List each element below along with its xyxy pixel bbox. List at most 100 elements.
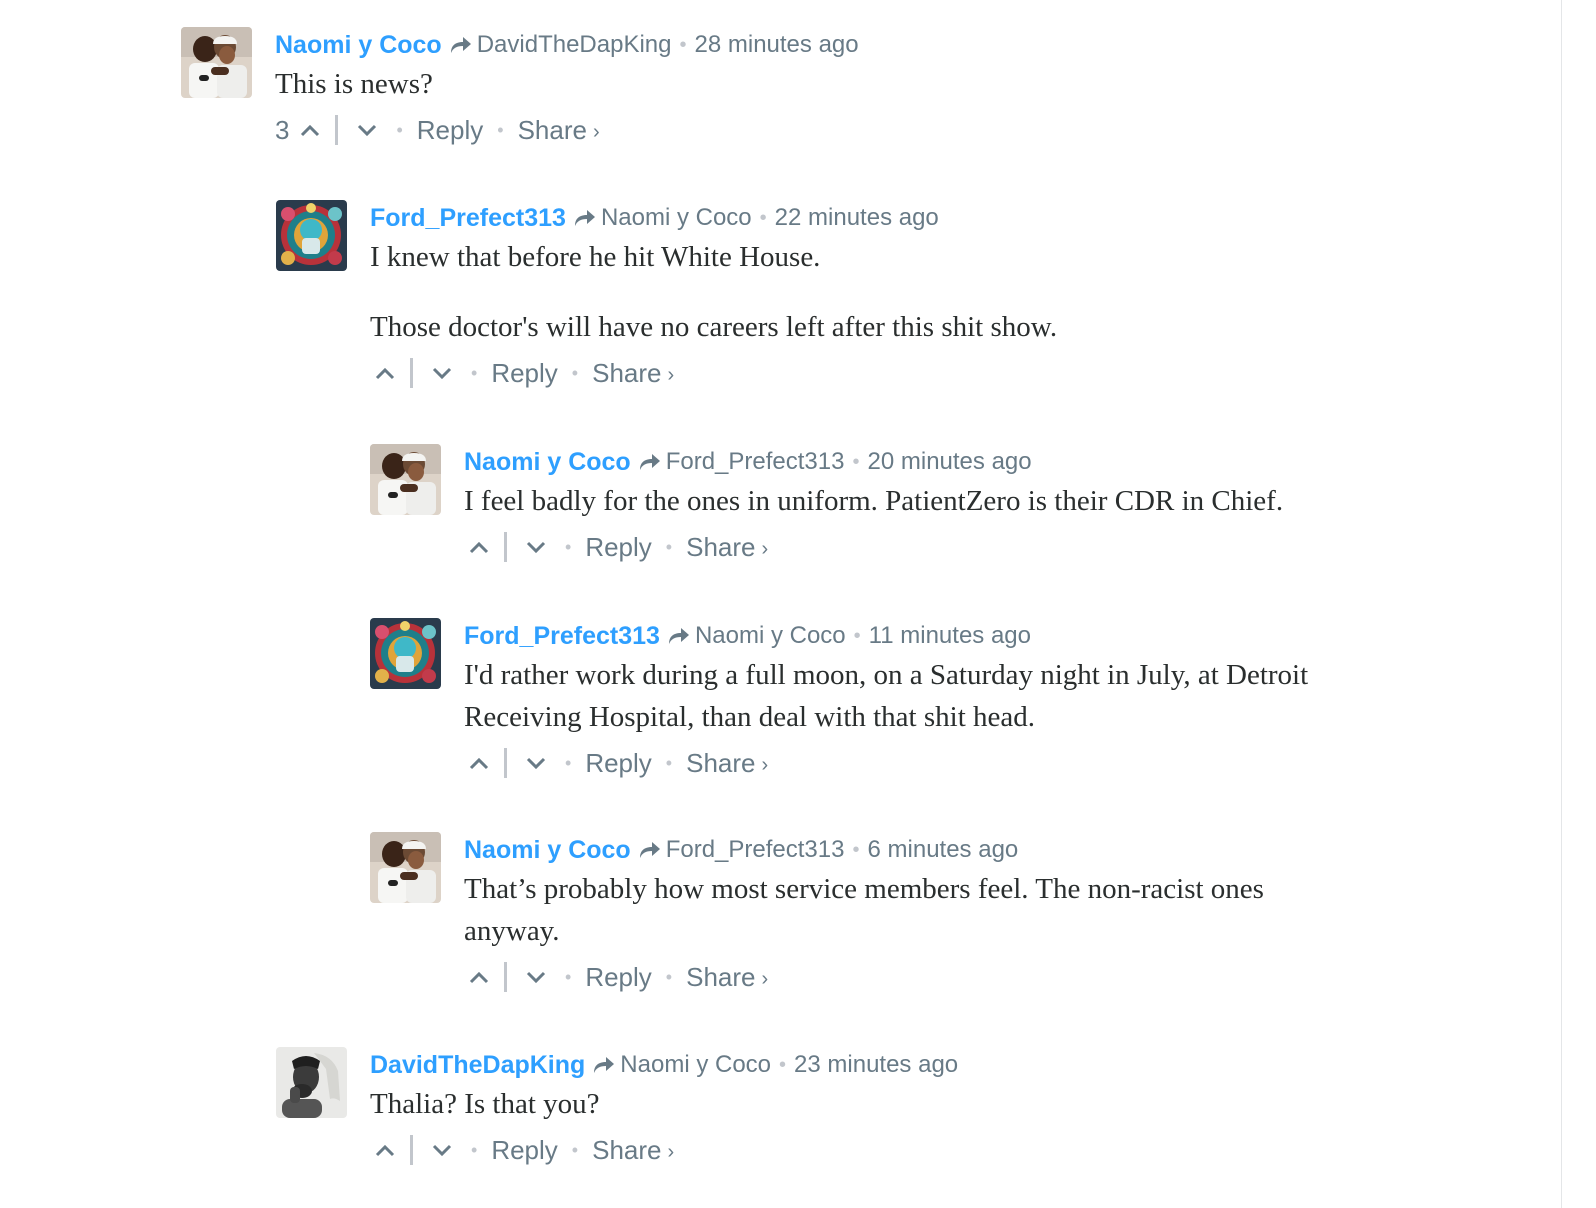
meta-separator: • [679, 33, 687, 56]
downvote-button[interactable] [352, 115, 382, 145]
downvote-button[interactable] [427, 1135, 457, 1165]
vote-controls [370, 358, 457, 388]
avatar[interactable] [370, 618, 441, 689]
chevron-down-icon [526, 757, 546, 770]
downvote-button[interactable] [521, 532, 551, 562]
vote-divider [410, 358, 413, 388]
upvote-button[interactable] [464, 748, 494, 778]
parent-author-link[interactable]: Ford_Prefect313 [666, 836, 845, 864]
avatar[interactable] [370, 444, 441, 515]
comment-paragraph: Thalia? Is that you? [370, 1088, 600, 1120]
parent-author-link[interactable]: Naomi y Coco [601, 204, 752, 232]
downvote-button[interactable] [521, 748, 551, 778]
comment-actions: • Reply • Share › [464, 740, 1524, 786]
action-separator: • [571, 362, 579, 383]
avatar[interactable] [276, 1047, 347, 1118]
vote-controls [464, 748, 551, 778]
upvote-button[interactable] [370, 358, 400, 388]
author-link[interactable]: Naomi y Coco [464, 448, 631, 477]
timestamp-link[interactable]: 23 minutes ago [794, 1051, 958, 1079]
chevron-down-icon [526, 971, 546, 984]
avatar[interactable] [276, 200, 347, 271]
chevron-up-icon [301, 124, 320, 137]
share-button[interactable]: Share › [686, 962, 768, 993]
author-link[interactable]: DavidTheDapKing [370, 1051, 585, 1080]
reply-button[interactable]: Reply [491, 1135, 557, 1166]
downvote-button[interactable] [427, 358, 457, 388]
comment-body: Naomi y Coco DavidTheDapKing • 28 minute… [275, 27, 1335, 153]
share-button[interactable]: Share › [592, 358, 674, 389]
avatar[interactable] [181, 27, 252, 98]
author-link[interactable]: Naomi y Coco [464, 836, 631, 865]
share-button[interactable]: Share › [518, 115, 600, 146]
timestamp-link[interactable]: 20 minutes ago [868, 448, 1032, 476]
comment-meta: Ford_Prefect313 Naomi y Coco • 11 minute… [464, 618, 1524, 654]
comment-body: Naomi y Coco Ford_Prefect313 • 6 minutes… [464, 832, 1524, 1000]
comment-actions: • Reply • Share › [464, 954, 1524, 1000]
share-button[interactable]: Share › [686, 748, 768, 779]
comment-text: I knew that before he hit White House. T… [370, 236, 1430, 348]
share-button[interactable]: Share › [686, 532, 768, 563]
reply-arrow-icon [667, 626, 691, 646]
share-chevron-icon: › [667, 1140, 675, 1163]
meta-separator: • [852, 838, 860, 861]
action-separator: • [565, 536, 572, 557]
chevron-down-icon [432, 367, 452, 380]
upvote-button[interactable] [295, 115, 325, 145]
action-separator: • [565, 752, 572, 773]
meta-separator: • [759, 206, 767, 229]
action-separator: • [665, 966, 673, 987]
vote-divider [504, 532, 507, 562]
author-link[interactable]: Naomi y Coco [275, 31, 442, 60]
parent-author-link[interactable]: Naomi y Coco [620, 1051, 771, 1079]
comment-meta: DavidTheDapKing Naomi y Coco • 23 minute… [370, 1047, 1430, 1083]
author-link[interactable]: Ford_Prefect313 [464, 622, 660, 651]
upvote-button[interactable] [464, 532, 494, 562]
reply-button[interactable]: Reply [585, 748, 651, 779]
reply-button[interactable]: Reply [585, 962, 651, 993]
comment-body: Naomi y Coco Ford_Prefect313 • 20 minute… [464, 444, 1524, 570]
vote-divider [335, 115, 339, 145]
share-chevron-icon: › [761, 537, 769, 560]
upvote-button[interactable] [370, 1135, 400, 1165]
vote-divider [410, 1135, 413, 1165]
parent-author-link[interactable]: DavidTheDapKing [477, 31, 672, 59]
reply-button[interactable]: Reply [417, 115, 483, 146]
chevron-up-icon [469, 971, 489, 984]
comment-actions: • Reply • Share › [370, 350, 1430, 396]
chevron-up-icon [375, 1144, 395, 1157]
reply-arrow-icon [638, 452, 662, 472]
timestamp-link[interactable]: 11 minutes ago [869, 622, 1031, 650]
timestamp-link[interactable]: 28 minutes ago [695, 31, 859, 59]
vote-controls: 3 [275, 115, 382, 146]
comment-paragraph: I'd rather work during a full moon, on a… [464, 659, 1309, 733]
share-label: Share [592, 1134, 662, 1165]
action-separator: • [665, 536, 673, 557]
comment-text: I feel badly for the ones in uniform. Pa… [464, 480, 1524, 522]
avatar[interactable] [370, 832, 441, 903]
action-separator: • [471, 1139, 478, 1160]
action-separator: • [471, 362, 478, 383]
chevron-down-icon [358, 124, 377, 137]
comment-paragraph: That’s probably how most service members… [464, 873, 1264, 947]
reply-button[interactable]: Reply [585, 532, 651, 563]
share-button[interactable]: Share › [592, 1135, 674, 1166]
share-label: Share [686, 961, 756, 992]
reply-arrow-icon [449, 35, 473, 55]
reply-arrow-icon [592, 1055, 616, 1075]
meta-separator: • [779, 1053, 787, 1076]
action-separator: • [565, 966, 572, 987]
timestamp-link[interactable]: 6 minutes ago [868, 836, 1019, 864]
parent-author-link[interactable]: Ford_Prefect313 [666, 448, 845, 476]
scrollbar-track[interactable] [1561, 0, 1562, 1208]
parent-author-link[interactable]: Naomi y Coco [695, 622, 846, 650]
upvote-button[interactable] [464, 962, 494, 992]
reply-button[interactable]: Reply [491, 358, 557, 389]
timestamp-link[interactable]: 22 minutes ago [775, 204, 939, 232]
author-link[interactable]: Ford_Prefect313 [370, 204, 566, 233]
downvote-button[interactable] [521, 962, 551, 992]
chevron-up-icon [469, 541, 489, 554]
meta-separator: • [852, 450, 860, 473]
comment-meta: Naomi y Coco DavidTheDapKing • 28 minute… [275, 27, 1335, 63]
share-label: Share [592, 357, 662, 388]
